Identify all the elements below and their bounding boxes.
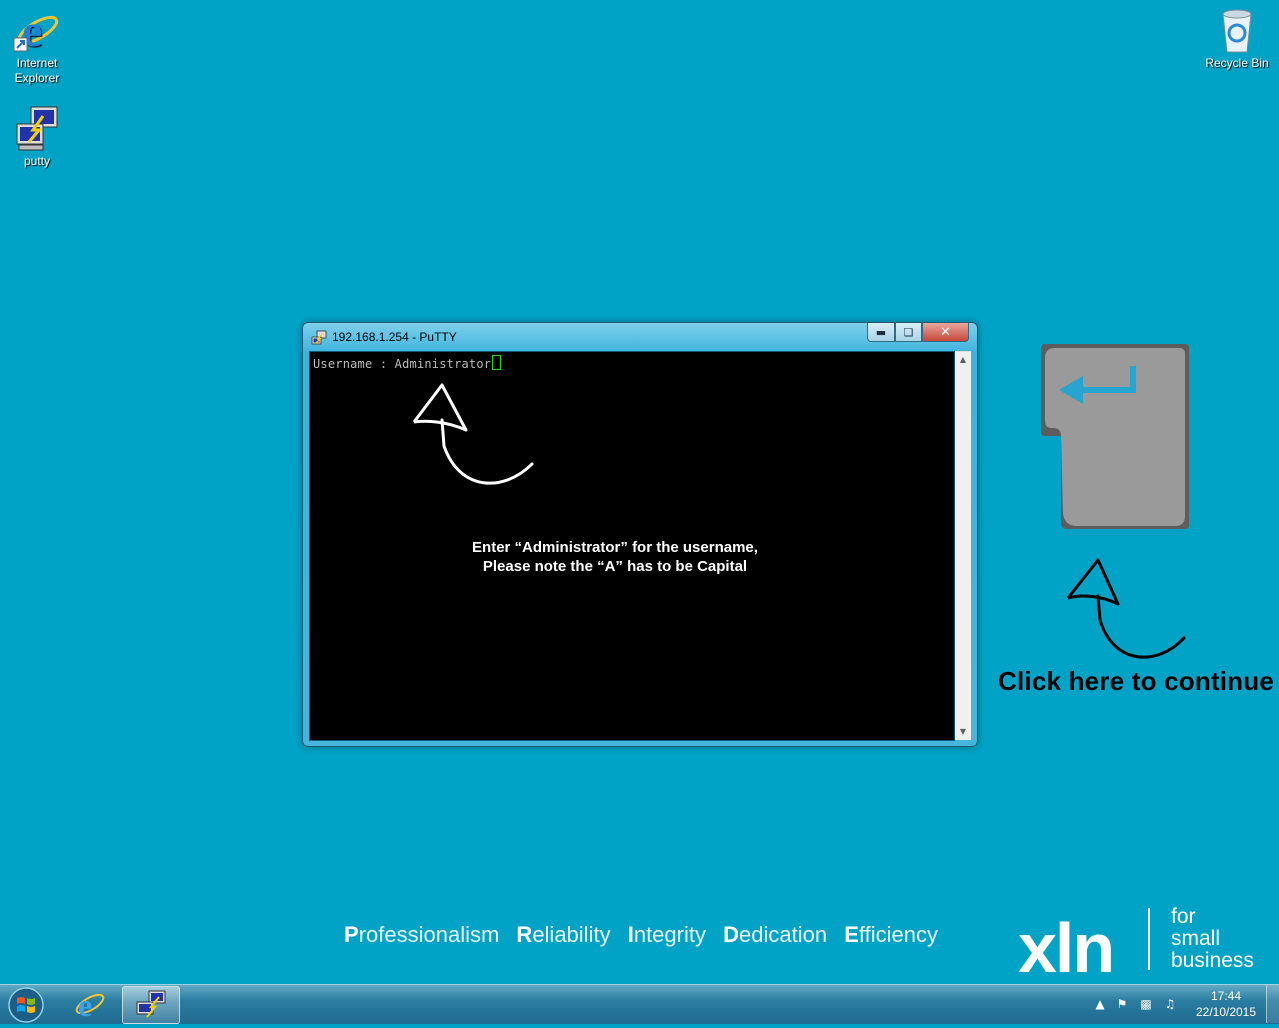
instruction-note: Enter “Administrator” for the username, … bbox=[472, 539, 758, 575]
taskbar-putty[interactable] bbox=[122, 986, 180, 1024]
clock-date: 22/10/2015 bbox=[1195, 1005, 1257, 1019]
recycle-bin-icon bbox=[1213, 6, 1261, 54]
company-values: Professionalism Reliability Integrity De… bbox=[344, 922, 949, 948]
value-item: Reliability bbox=[516, 922, 611, 947]
value-item: Professionalism bbox=[344, 922, 500, 947]
putty-window[interactable]: 192.168.1.254 - PuTTY ▬ ❑ ✕ Username : A… bbox=[302, 322, 978, 747]
text-cursor bbox=[492, 355, 502, 370]
brand-logo: xln bbox=[1018, 909, 1115, 987]
continue-arrow bbox=[1066, 558, 1186, 659]
brand-tagline: for small business bbox=[1171, 905, 1254, 972]
minimize-icon: ▬ bbox=[875, 325, 887, 339]
volume-muted-icon[interactable]: ♫ bbox=[1162, 997, 1178, 1013]
value-item: Efficiency bbox=[844, 922, 938, 947]
window-title: 192.168.1.254 - PuTTY bbox=[332, 330, 457, 344]
network-icon[interactable]: ▩ bbox=[1138, 997, 1154, 1013]
vertical-scrollbar[interactable]: ▲ ▼ bbox=[955, 351, 971, 740]
putty-icon bbox=[311, 330, 327, 346]
click-to-continue-label[interactable]: Click here to continue bbox=[998, 666, 1274, 697]
enter-key-icon bbox=[1041, 344, 1189, 529]
enter-key-button[interactable] bbox=[1041, 344, 1189, 529]
terminal-text: Username : Administrator bbox=[313, 357, 492, 371]
window-controls: ▬ ❑ ✕ bbox=[867, 323, 969, 342]
desktop-icon-recycle-bin[interactable]: Recycle Bin bbox=[1202, 6, 1272, 71]
internet-explorer-icon: e bbox=[75, 987, 105, 1023]
restore-icon: ❑ bbox=[903, 325, 914, 339]
terminal-area[interactable]: Username : Administrator Enter “Administ… bbox=[309, 351, 955, 741]
show-desktop-button[interactable] bbox=[1266, 985, 1279, 1023]
desktop-icon-label: Internet Explorer bbox=[14, 56, 60, 85]
value-item: Dedication bbox=[723, 922, 828, 947]
annotation-arrow bbox=[412, 383, 534, 485]
desktop-icon-label: putty bbox=[23, 154, 50, 168]
clock-time: 17:44 bbox=[1210, 989, 1242, 1003]
taskbar-internet-explorer[interactable]: e bbox=[62, 986, 118, 1023]
terminal-line: Username : Administrator bbox=[313, 355, 502, 371]
brand-divider bbox=[1148, 908, 1150, 970]
windows-logo-icon bbox=[8, 987, 44, 1023]
maximize-button[interactable]: ❑ bbox=[895, 323, 922, 342]
putty-icon bbox=[13, 104, 61, 152]
system-tray: ▲ ⚑ ▩ ♫ bbox=[1088, 985, 1188, 1023]
scroll-up-arrow-icon[interactable]: ▲ bbox=[955, 352, 971, 368]
desktop-icon-putty[interactable]: putty bbox=[2, 104, 72, 169]
start-button[interactable] bbox=[6, 986, 46, 1024]
svg-text:e: e bbox=[78, 987, 92, 1022]
action-center-icon[interactable]: ⚑ bbox=[1114, 997, 1130, 1013]
value-item: Integrity bbox=[627, 922, 706, 947]
putty-icon bbox=[136, 990, 166, 1018]
close-button[interactable]: ✕ bbox=[922, 323, 969, 342]
desktop-icon-label: Recycle Bin bbox=[1205, 56, 1269, 70]
internet-explorer-icon: e bbox=[13, 5, 61, 56]
taskbar-clock[interactable]: 17:44 22/10/2015 bbox=[1192, 988, 1260, 1020]
scroll-down-arrow-icon[interactable]: ▼ bbox=[955, 724, 971, 740]
show-hidden-icons-icon[interactable]: ▲ bbox=[1092, 997, 1108, 1013]
minimize-button[interactable]: ▬ bbox=[867, 323, 895, 342]
desktop-icon-internet-explorer[interactable]: e Internet Explorer bbox=[2, 5, 72, 86]
close-icon: ✕ bbox=[940, 324, 951, 340]
